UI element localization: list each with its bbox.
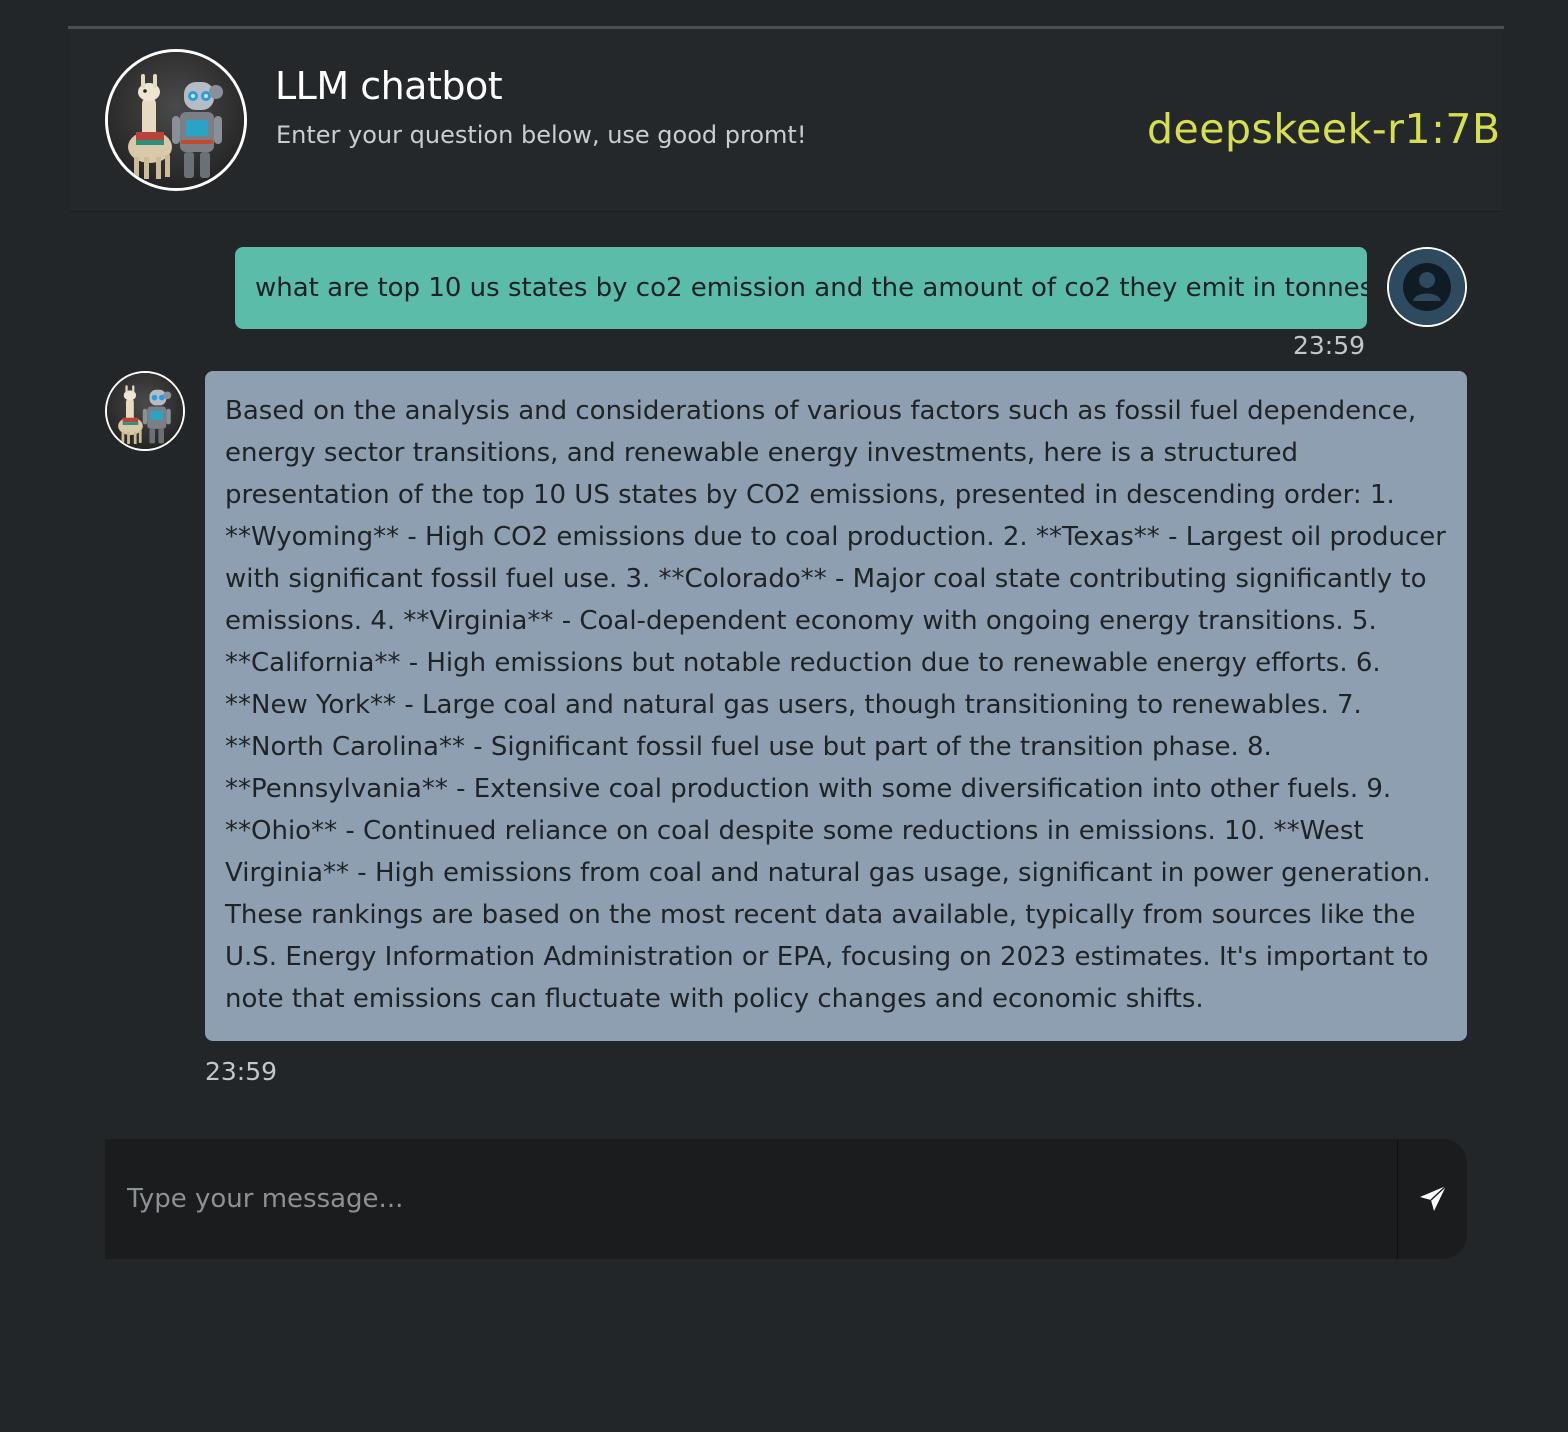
llama-and-robot-avatar-icon	[105, 371, 185, 451]
message-input[interactable]	[105, 1139, 1397, 1259]
page-subtitle: Enter your question below, use good prom…	[276, 121, 807, 149]
bot-message-bubble: Based on the analysis and considerations…	[205, 371, 1467, 1041]
send-button[interactable]	[1397, 1139, 1467, 1259]
llama-and-robot-avatar-icon	[105, 49, 247, 191]
user-icon	[1387, 247, 1467, 327]
bot-message-text: Based on the analysis and considerations…	[225, 396, 1446, 1014]
send-icon	[1417, 1183, 1449, 1215]
model-name-label: deepskeek-r1:7B	[1147, 105, 1501, 153]
user-message-text: what are top 10 us states by co2 emissio…	[255, 273, 1367, 303]
message-composer	[105, 1139, 1467, 1259]
page-title: LLM chatbot	[275, 64, 503, 108]
user-message-timestamp: 23:59	[1293, 331, 1366, 360]
user-message-bubble: what are top 10 us states by co2 emissio…	[235, 247, 1367, 329]
bot-message-timestamp: 23:59	[205, 1057, 278, 1086]
